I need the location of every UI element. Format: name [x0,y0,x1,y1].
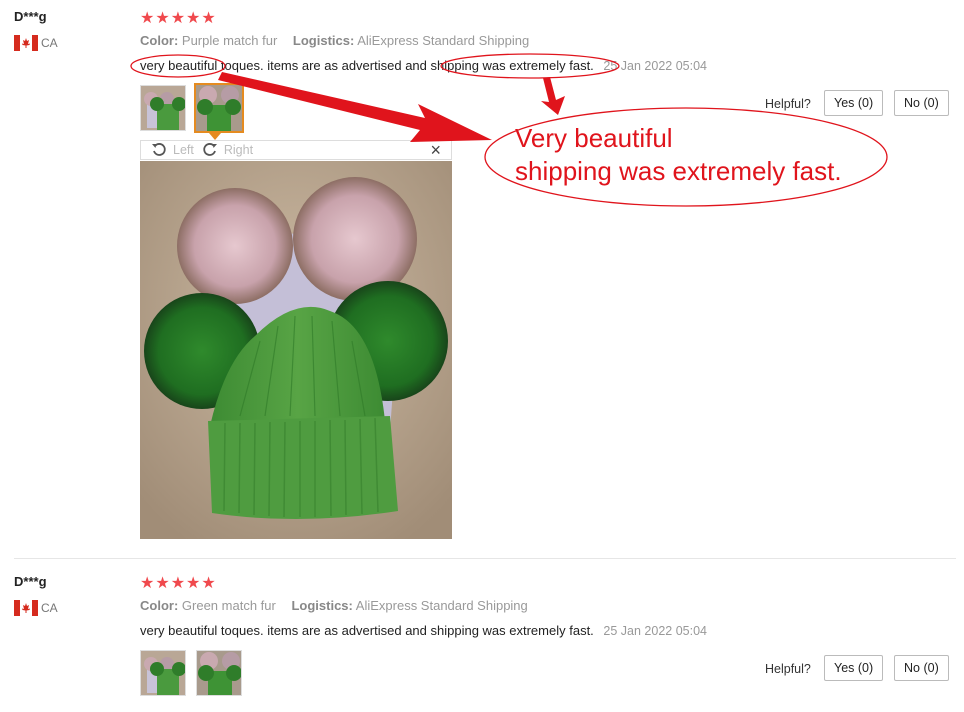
rotate-right-icon [203,143,217,156]
review-text: very beautiful toques. items are as adve… [140,623,594,638]
review-photo-thumb[interactable] [140,650,186,696]
helpful-no-button[interactable]: No (0) [894,90,949,116]
image-viewer-toolbar: Left Right × [140,140,452,160]
helpful-yes-button[interactable]: Yes (0) [824,655,884,681]
rotate-right-control[interactable]: Right [202,142,253,158]
review-text: very beautiful toques. items are as adve… [140,58,594,73]
logistics-label: Logistics: [291,598,353,613]
rotate-left-label: Left [173,143,194,157]
rotate-left-icon [152,143,166,156]
review-divider [14,558,956,559]
star-rating: ★★★★★ [140,575,217,592]
color-label: Color: [140,33,179,48]
reviewer-country: CA [14,600,58,616]
canada-flag-icon [14,600,38,616]
logistics-label: Logistics: [292,33,355,48]
review-photo-thumb[interactable] [196,650,242,696]
helpful-label: Helpful? [765,97,811,111]
reviewer-name: D***g [14,9,47,24]
canada-flag-icon [14,35,38,51]
arrow-small-icon [541,77,565,115]
review-date: 25 Jan 2022 05:04 [603,59,707,73]
review-text-row: very beautiful toques. items are as adve… [140,623,707,638]
country-code: CA [41,601,58,615]
annotation-line-2: shipping was extremely fast. [515,156,842,186]
helpful-label: Helpful? [765,662,811,676]
enlarged-review-photo [140,161,452,539]
reviewer-name: D***g [14,574,47,589]
review-text-row: very beautiful toques. items are as adve… [140,58,707,73]
color-value: Green match fur [181,598,276,613]
review-date: 25 Jan 2022 05:04 [603,624,707,638]
logistics-value: AliExpress Standard Shipping [357,33,530,48]
color-label: Color: [140,598,179,613]
country-code: CA [41,36,58,50]
color-value: Purple match fur [181,33,278,48]
helpful-yes-button[interactable]: Yes (0) [824,90,884,116]
rotate-right-label: Right [223,143,254,157]
review-photo-thumb-selected[interactable] [194,83,244,133]
annotation-line-1: Very beautiful [515,123,673,153]
review-attributes: Color: Green match fur Logistics: AliExp… [140,598,540,613]
arrow-icon [218,72,492,142]
close-icon[interactable]: × [430,141,441,159]
annotation-text: Very beautiful shipping was extremely fa… [515,122,842,188]
logistics-value: AliExpress Standard Shipping [355,598,528,613]
rotate-left-control[interactable]: Left [151,142,194,158]
review-photo-thumb[interactable] [140,85,186,131]
star-rating: ★★★★★ [140,10,217,27]
reviewer-country: CA [14,35,58,51]
review-attributes: Color: Purple match fur Logistics: AliEx… [140,33,541,48]
helpful-no-button[interactable]: No (0) [894,655,949,681]
